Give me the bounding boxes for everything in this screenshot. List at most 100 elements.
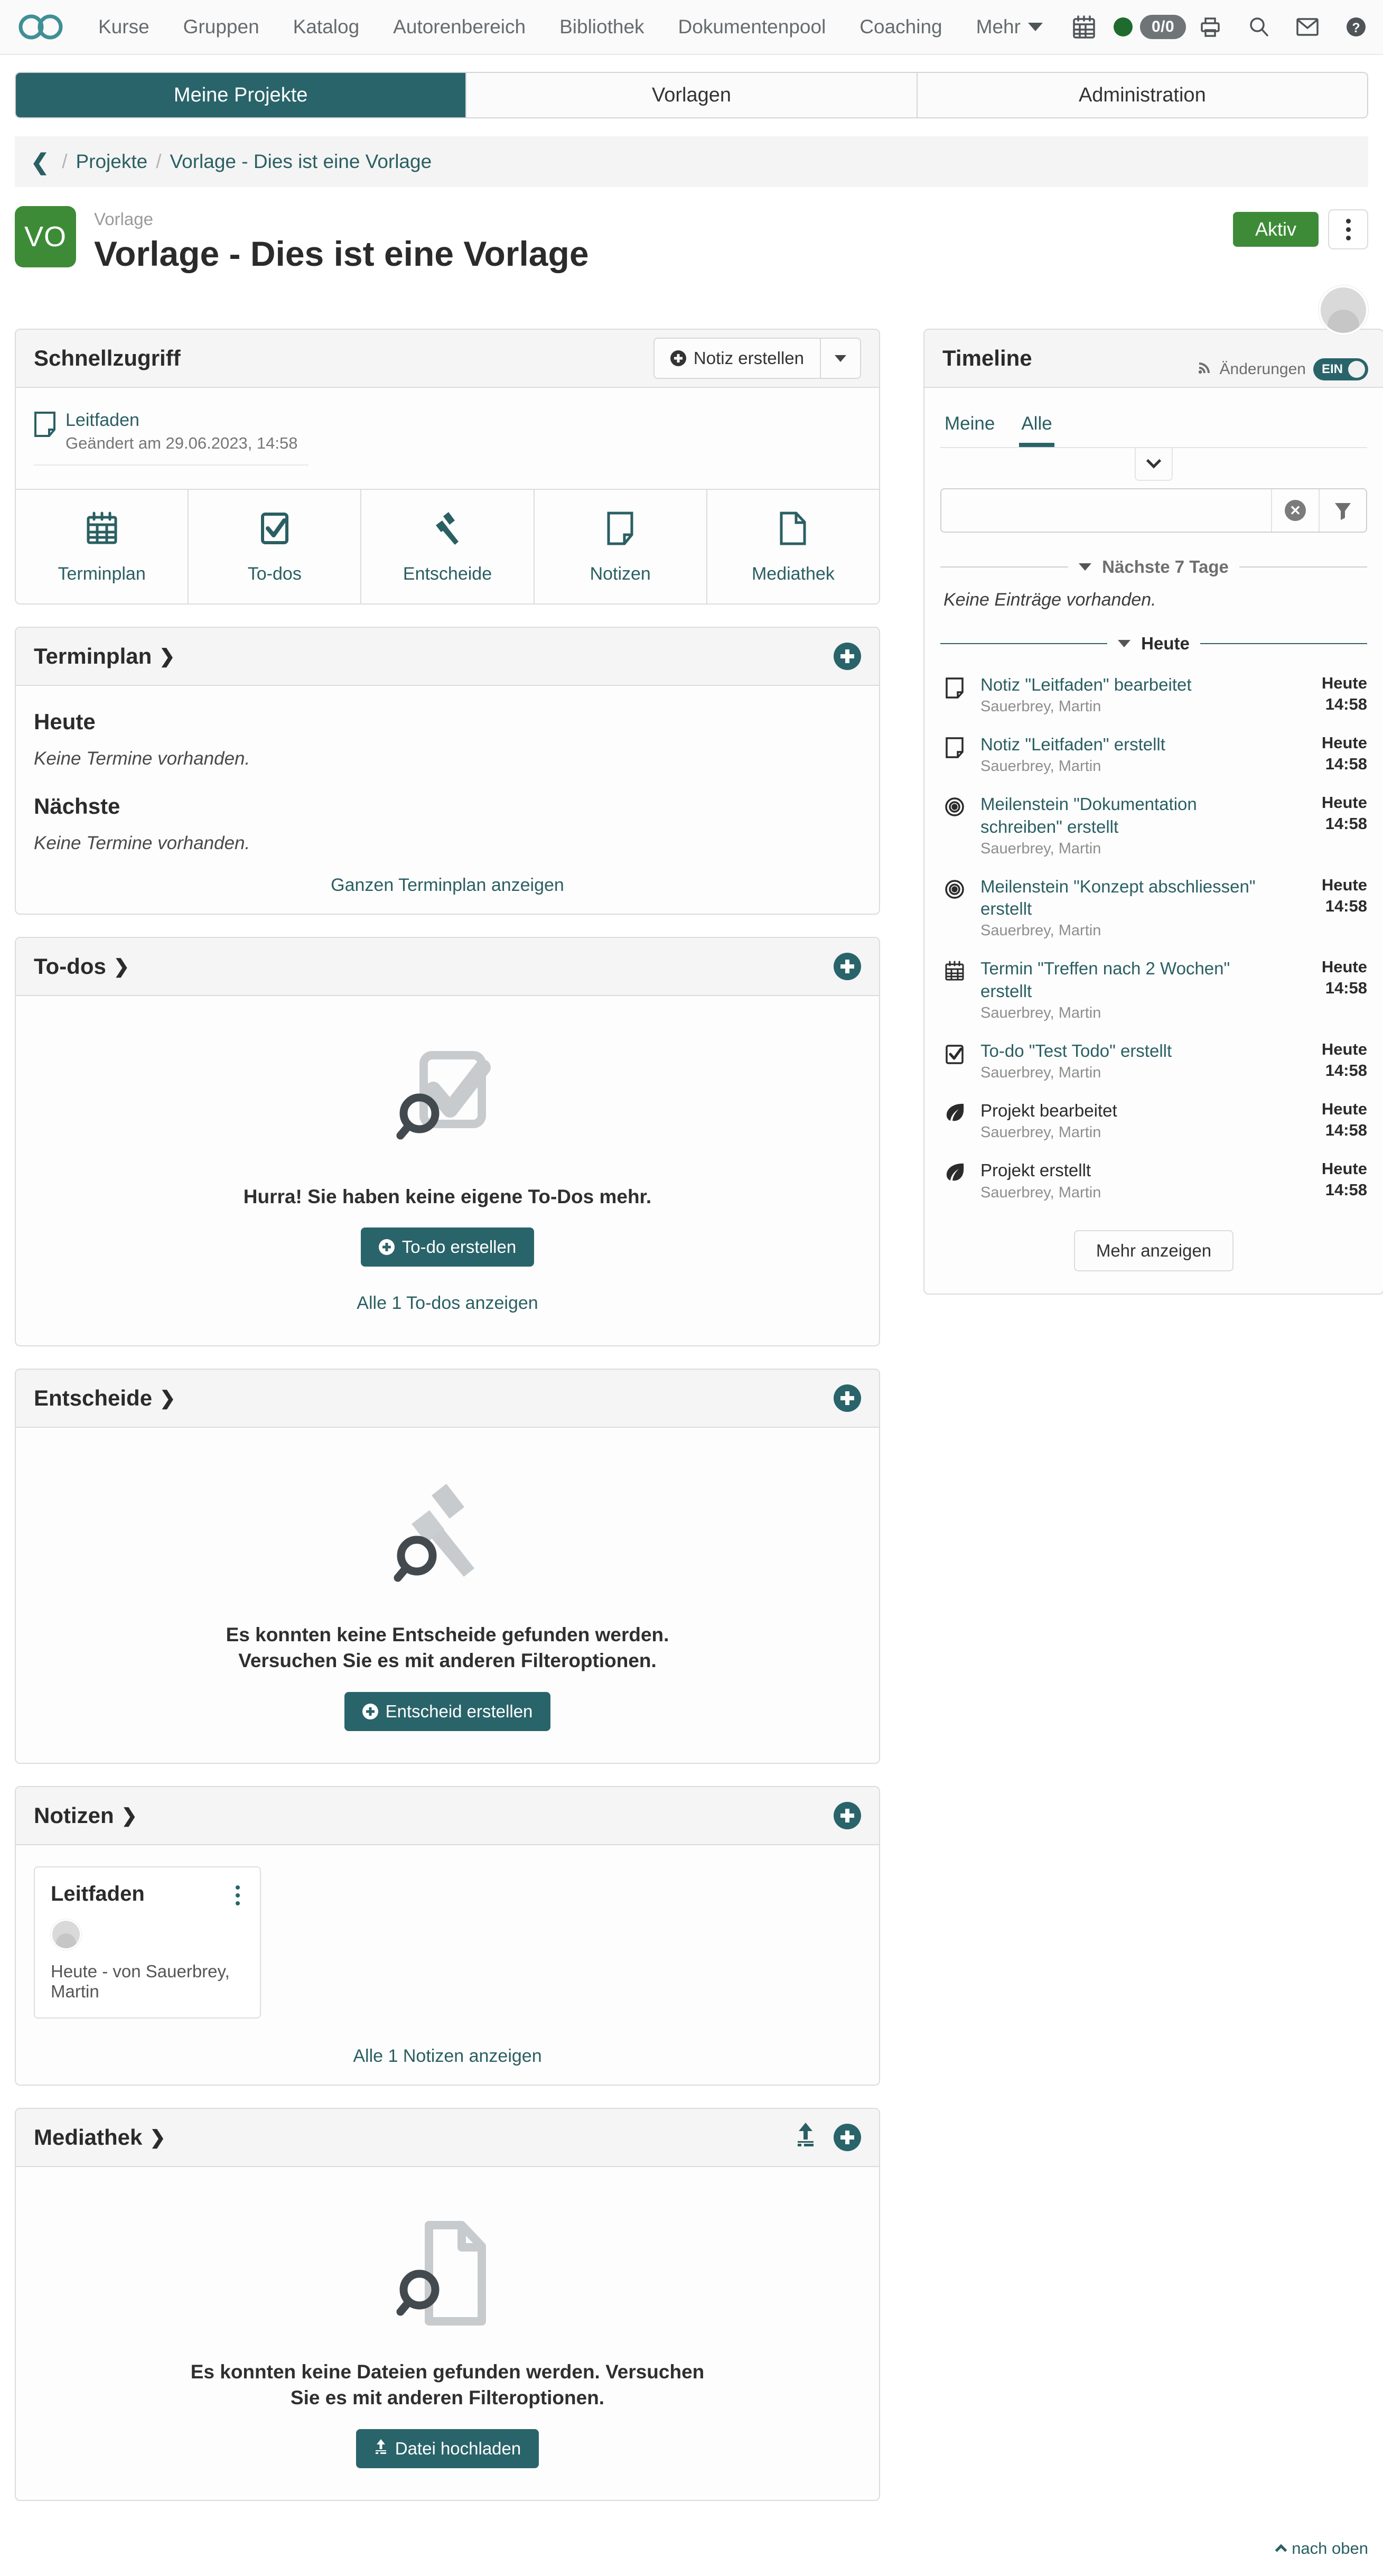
project-more-menu-button[interactable] [1328,209,1368,249]
clear-filter-button[interactable]: ✕ [1271,489,1319,532]
timeline-entry-day: Heute [1321,733,1367,752]
show-all-appointments-link[interactable]: Ganzen Terminplan anzeigen [34,875,861,896]
timeline-entry[interactable]: Meilenstein "Dokumentation schreiben" er… [940,786,1367,868]
todos-panel: To-dos ❯ Hurra! Sie haben keine eigene T… [15,936,880,1347]
note-author-avatar [51,1919,81,1950]
chevron-right-icon: ❯ [113,955,130,977]
timeline-entry-author: Sauerbrey, Martin [980,1184,1101,1201]
timeline-entry-title[interactable]: Termin "Treffen nach 2 Wochen" erstellt [980,957,1276,1002]
nav-item-autorenbereich[interactable]: Autorenbereich [376,16,543,38]
status-badge[interactable]: Aktiv [1232,212,1319,247]
timeline-entry[interactable]: Notiz "Leitfaden" bearbeitet Sauerbrey, … [940,666,1367,726]
create-decision-button[interactable]: Entscheid erstellen [344,1691,551,1731]
tab-meine-projekte[interactable]: Meine Projekte [16,73,467,117]
tile-mediathek[interactable]: Mediathek [707,489,879,603]
add-appointment-button[interactable] [834,642,861,670]
collapse-triangle-icon[interactable] [1118,640,1131,647]
timeline-entry-title[interactable]: Notiz "Leitfaden" erstellt [980,733,1276,756]
status-dot-icon[interactable] [1108,10,1138,44]
nav-item-dokumentenpool[interactable]: Dokumentenpool [661,16,843,38]
create-note-button[interactable]: Notiz erstellen [653,338,821,379]
timeline-entry-time: 14:58 [1325,755,1367,774]
timeline-entry-title[interactable]: Meilenstein "Dokumentation schreiben" er… [980,793,1276,838]
nav-item-mehr[interactable]: Mehr [959,16,1060,38]
timeline-entry-title[interactable]: Notiz "Leitfaden" bearbeitet [980,674,1276,696]
timeline-entry-title[interactable]: Meilenstein "Konzept abschliessen" erste… [980,876,1276,920]
back-to-top-link[interactable]: nach oben [1275,2539,1368,2558]
tile-entscheide[interactable]: Entscheide [361,489,535,603]
quick-access-recent-item[interactable]: Leitfaden Geändert am 29.06.2023, 14:58 [34,409,309,466]
timeline-entry-day: Heute [1321,1039,1367,1058]
collapse-triangle-icon[interactable] [1079,563,1092,571]
timeline-entry[interactable]: Meilenstein "Konzept abschliessen" erste… [940,868,1367,950]
infinity-logo[interactable] [18,12,63,42]
timeline-entry[interactable]: To-do "Test Todo" erstellt Sauerbrey, Ma… [940,1033,1367,1092]
timeline-entry-time: 14:58 [1325,979,1367,998]
todos-body: Hurra! Sie haben keine eigene To-Dos meh… [16,996,879,1346]
timeline-entry-when: Heute 14:58 [1288,674,1367,714]
changes-label: Änderungen [1219,360,1306,378]
back-chevron-icon[interactable]: ❮ [31,149,49,175]
breadcrumb-item-projekte[interactable]: Projekte [76,151,147,173]
print-icon[interactable] [1186,10,1235,44]
create-todo-button[interactable]: To-do erstellen [360,1227,535,1267]
quick-access-recent-name[interactable]: Leitfaden [66,409,298,432]
mail-icon[interactable] [1283,10,1332,44]
timeline-tab-meine[interactable]: Meine [942,408,997,447]
upload-icon[interactable] [793,2122,818,2153]
todos-title-wrap[interactable]: To-dos ❯ [34,954,129,979]
todos-header: To-dos ❯ [16,937,879,996]
search-icon[interactable] [1235,10,1283,44]
assessment-counter-badge[interactable]: 0/0 [1138,10,1186,44]
timeline-entry[interactable]: Projekt erstellt Sauerbrey, Martin Heute… [940,1152,1367,1212]
filter-button[interactable] [1319,489,1366,532]
add-todo-button[interactable] [834,952,861,980]
tile-terminplan[interactable]: Terminplan [16,489,189,603]
changes-toggle[interactable]: EIN [1313,358,1368,380]
timeline-filter-input[interactable] [941,489,1271,532]
timeline-entry[interactable]: Notiz "Leitfaden" erstellt Sauerbrey, Ma… [940,726,1367,786]
timeline-group-today: Heute [940,634,1367,654]
note-card-menu-button[interactable] [231,1882,244,1909]
quick-access-panel: Schnellzugriff Notiz erstellen Leitfaden… [15,329,880,605]
add-media-button[interactable] [834,2123,861,2151]
filter-icon [1335,503,1351,520]
help-icon[interactable]: ? [1332,10,1380,44]
timeline-panel: Timeline Meine Alle ✕ Nächste 7 Tage Kei… [923,329,1383,1295]
add-note-button[interactable] [834,1801,861,1829]
timeline-entry[interactable]: Termin "Treffen nach 2 Wochen" erstellt … [940,950,1367,1032]
appointments-title-wrap[interactable]: Terminplan ❯ [34,644,175,669]
show-all-todos-link[interactable]: Alle 1 To-dos anzeigen [357,1293,538,1314]
show-all-notes-link[interactable]: Alle 1 Notizen anzeigen [34,2046,861,2067]
tile-notizen[interactable]: Notizen [534,489,707,603]
chevron-right-icon: ❯ [149,2126,166,2148]
decisions-title-wrap[interactable]: Entscheide ❯ [34,1385,175,1411]
nav-item-coaching[interactable]: Coaching [843,16,959,38]
timeline-show-more-button[interactable]: Mehr anzeigen [1073,1230,1234,1271]
nav-item-katalog[interactable]: Katalog [276,16,377,38]
notes-title-wrap[interactable]: Notizen ❯ [34,1803,137,1828]
nav-item-gruppen[interactable]: Gruppen [166,16,276,38]
tile-to-dos[interactable]: To-dos [189,489,362,603]
note-card[interactable]: Leitfaden Heute - von Sauerbrey, Martin [34,1866,261,2019]
nav-item-bibliothek[interactable]: Bibliothek [543,16,661,38]
create-note-dropdown-toggle[interactable] [821,338,861,379]
media-title-wrap[interactable]: Mediathek ❯ [34,2125,166,2150]
timeline-entry[interactable]: Projekt bearbeitet Sauerbrey, Martin Heu… [940,1092,1367,1152]
add-decision-button[interactable] [834,1384,861,1412]
tab-vorlagen[interactable]: Vorlagen [466,73,918,117]
appointments-panel: Terminplan ❯ Heute Keine Termine vorhand… [15,626,880,915]
timeline-collapse-toggle[interactable] [1135,448,1173,481]
upload-file-label: Datei hochladen [395,2438,521,2458]
tile-label: Mediathek [751,563,835,584]
nav-item-kurse[interactable]: Kurse [81,16,166,38]
calendar-icon [940,957,969,982]
timeline-tab-alle[interactable]: Alle [1019,408,1054,447]
timeline-entry-title[interactable]: To-do "Test Todo" erstellt [980,1040,1276,1062]
calendar-icon[interactable] [1060,10,1108,44]
note-icon [940,674,969,699]
upload-file-button[interactable]: Datei hochladen [356,2429,539,2468]
media-title: Mediathek [34,2124,143,2150]
tab-administration[interactable]: Administration [917,73,1367,117]
timeline-entry-day: Heute [1321,875,1367,894]
